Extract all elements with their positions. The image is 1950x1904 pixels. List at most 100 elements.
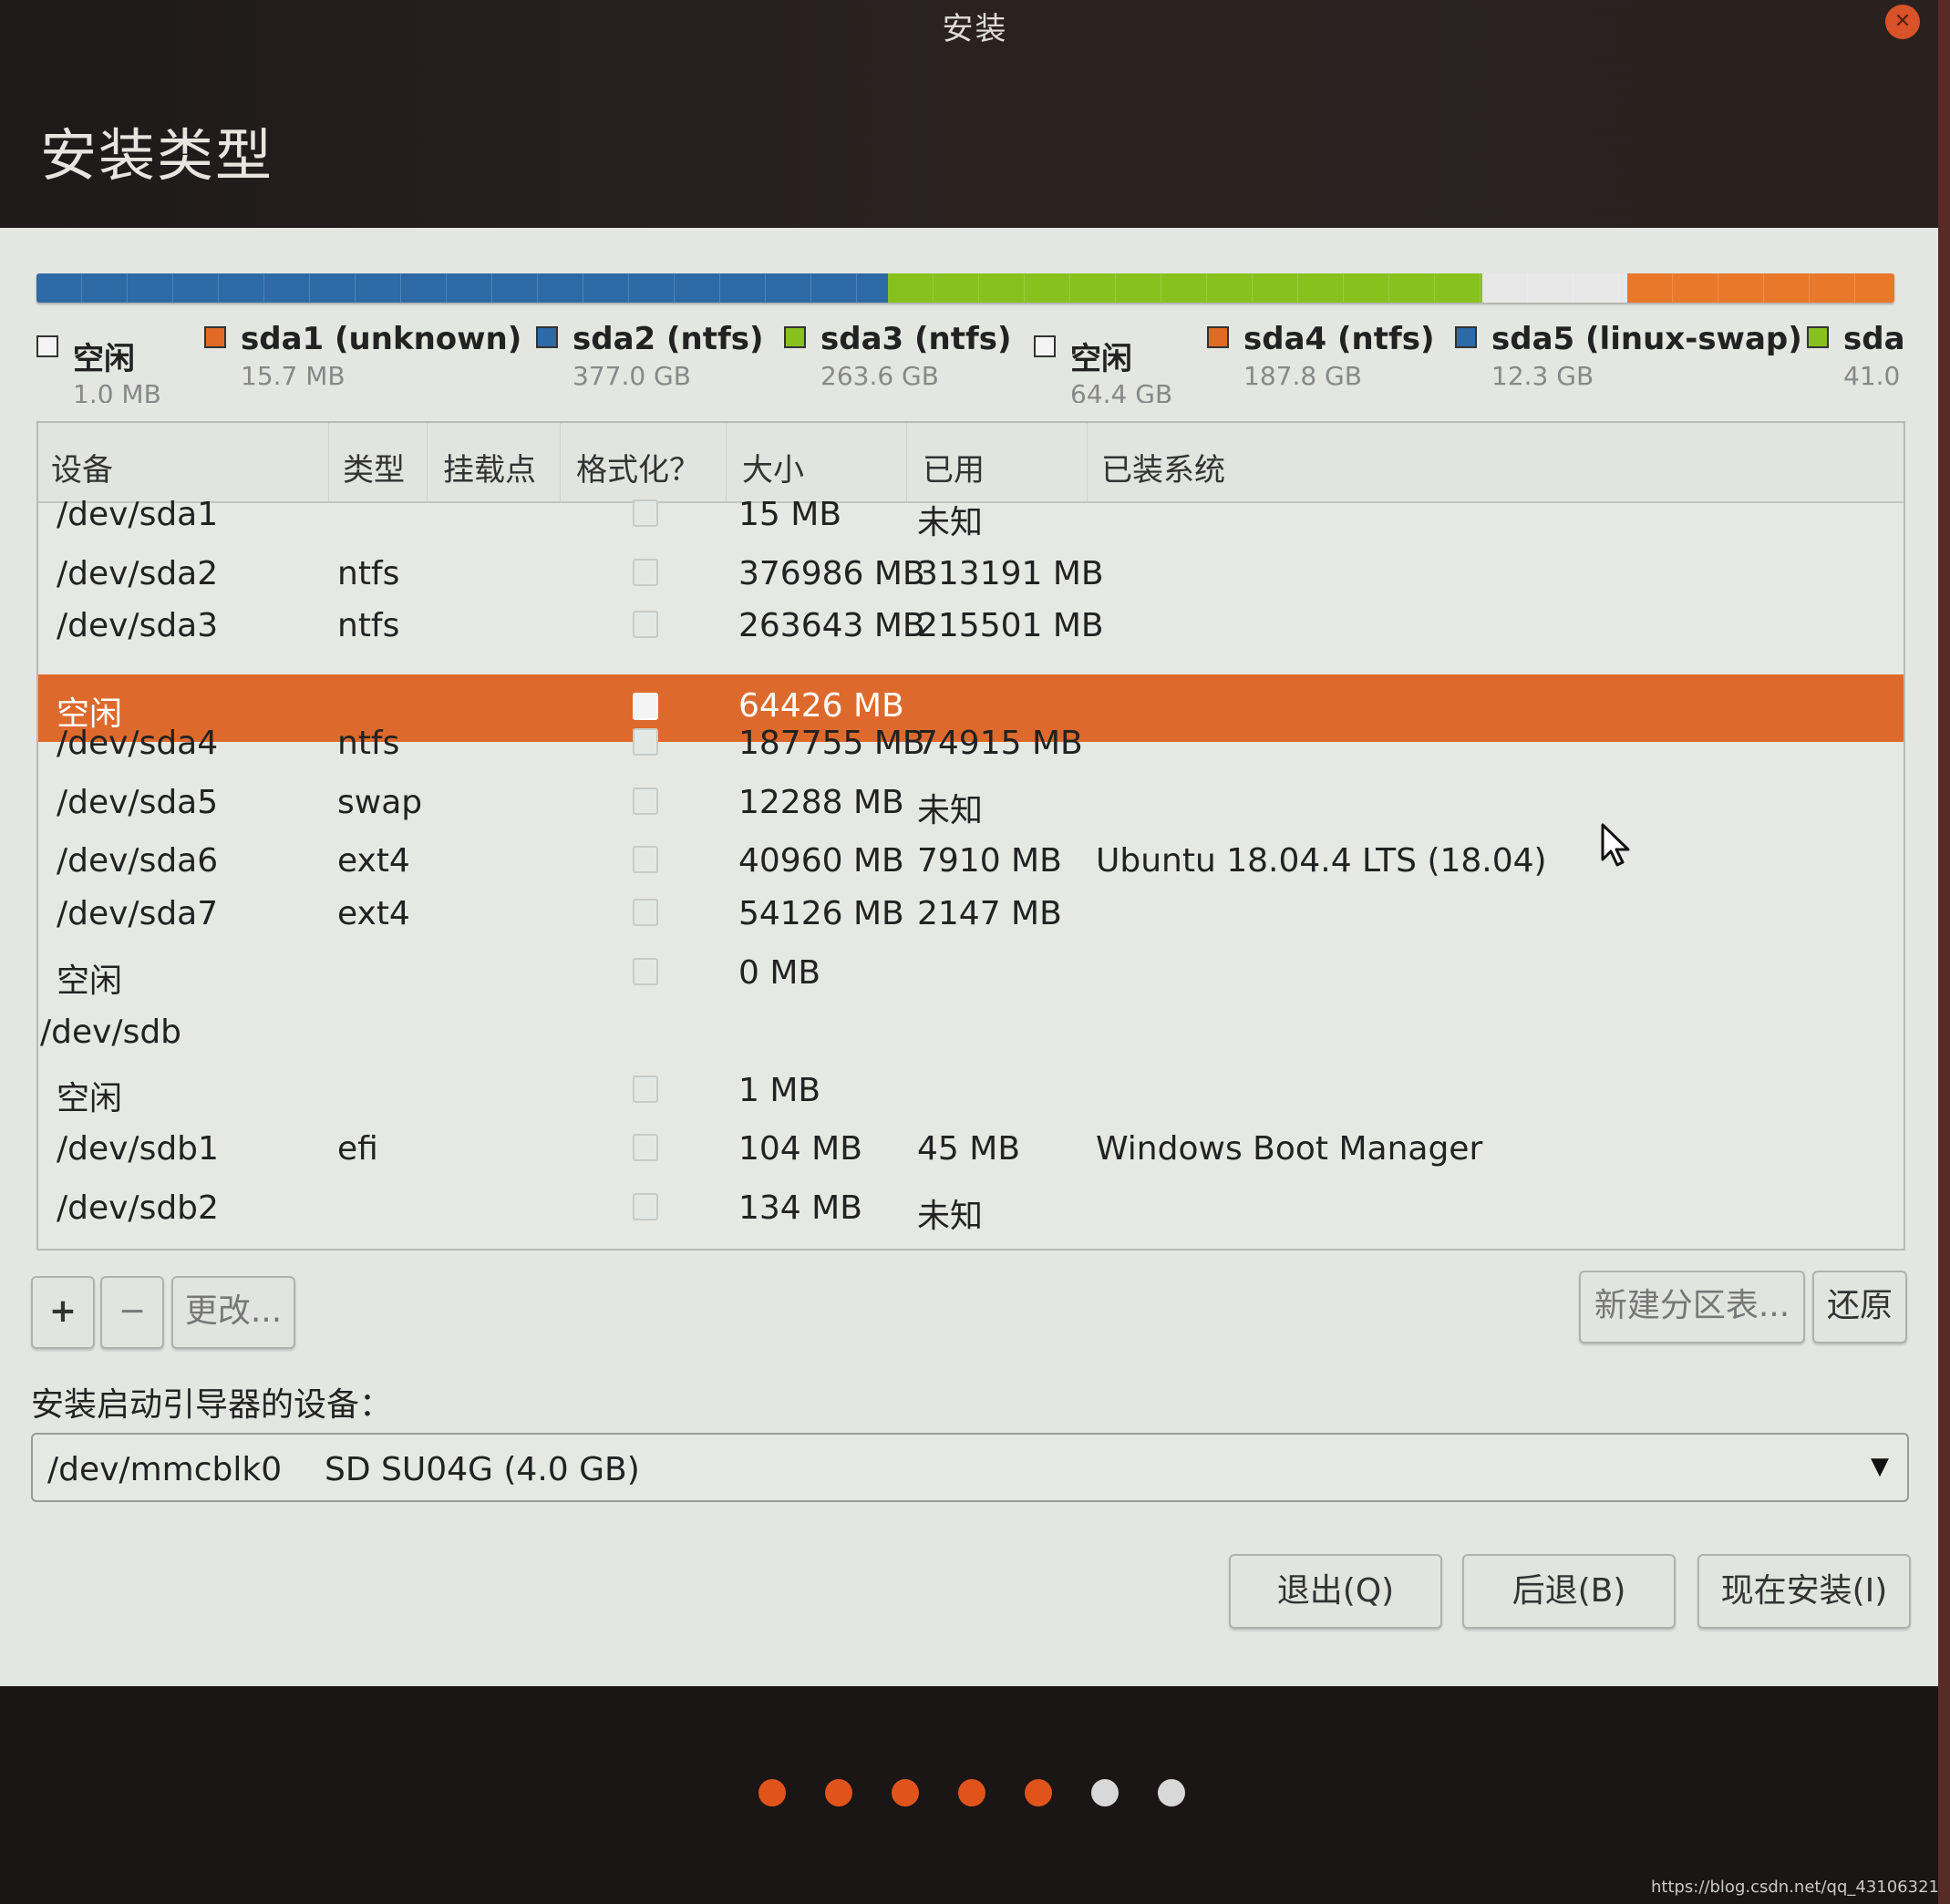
used-cell: 2147 MB — [917, 895, 1062, 932]
size-cell: 0 MB — [738, 954, 821, 992]
legend-size: 64.4 GB — [1070, 379, 1173, 403]
legend-swatch — [1207, 326, 1229, 348]
partition-segment-sda4 — [1626, 273, 1894, 303]
legend-size: 1.0 MB — [73, 379, 161, 403]
device-cell: /dev/sda3 — [57, 607, 219, 644]
legend-name: sda2 (ntfs) — [573, 321, 764, 357]
column-size[interactable]: 大小 — [742, 445, 804, 489]
column-mount[interactable]: 挂载点 — [443, 445, 536, 489]
legend-swatch — [784, 326, 806, 348]
legend-name: sda4 (ntfs) — [1243, 321, 1435, 357]
size-cell: 54126 MB — [738, 895, 904, 932]
new-partition-table-button[interactable]: 新建分区表... — [1579, 1271, 1805, 1343]
column-system[interactable]: 已装系统 — [1101, 445, 1225, 489]
size-cell: 187755 MB — [738, 725, 925, 762]
size-cell: 40960 MB — [738, 842, 904, 880]
revert-button[interactable]: 还原 — [1812, 1271, 1907, 1343]
legend-swatch — [204, 326, 226, 348]
used-cell: 45 MB — [917, 1130, 1021, 1168]
format-checkbox[interactable] — [633, 787, 658, 815]
device-cell: /dev/sda4 — [57, 725, 219, 762]
type-cell: ntfs — [337, 607, 400, 644]
dropdown-arrow-icon[interactable]: ▼ — [1871, 1453, 1889, 1480]
device-cell: 空闲 — [57, 1080, 123, 1117]
device-cell: /dev/sda6 — [57, 842, 219, 880]
size-cell: 15 MB — [738, 496, 842, 533]
table-row[interactable]: /dev/sda4 ntfs 187755 MB 74915 MB — [38, 715, 1904, 774]
progress-dot-complete — [892, 1779, 919, 1806]
column-used[interactable]: 已用 — [923, 445, 985, 489]
progress-dot-complete — [1025, 1779, 1052, 1806]
progress-dot-complete — [958, 1779, 985, 1806]
legend-size: 377.0 GB — [573, 361, 691, 391]
used-cell: 215501 MB — [917, 607, 1104, 644]
partition-bar — [36, 273, 1894, 303]
format-checkbox[interactable] — [633, 899, 658, 926]
device-cell: /dev/sda7 — [57, 895, 219, 932]
legend-size: 41.0 — [1843, 361, 1901, 391]
type-cell: swap — [337, 784, 423, 821]
used-cell: 313191 MB — [917, 555, 1104, 592]
partition-segment-sda3 — [887, 273, 1482, 303]
size-cell: 134 MB — [738, 1189, 862, 1227]
change-partition-button[interactable]: 更改... — [171, 1276, 295, 1349]
partition-segment-free — [1481, 273, 1627, 303]
used-cell: 未知 — [917, 1198, 984, 1235]
window-edge — [1938, 0, 1950, 1904]
remove-partition-button[interactable]: − — [100, 1276, 164, 1349]
format-checkbox[interactable] — [633, 559, 658, 586]
table-row[interactable]: /dev/sdb — [38, 1004, 1904, 1063]
quit-button[interactable]: 退出(Q) — [1229, 1554, 1442, 1629]
partition-legend: 空闲 1.0 MB sda1 (unknown) 15.7 MB sda2 (ntfs)… — [36, 321, 1905, 403]
type-cell: ntfs — [337, 555, 400, 592]
format-checkbox[interactable] — [633, 1134, 658, 1161]
format-checkbox[interactable] — [633, 728, 658, 756]
column-type[interactable]: 类型 — [343, 445, 405, 489]
legend-name: sda — [1843, 321, 1905, 357]
device-cell: /dev/sdb — [40, 1014, 182, 1051]
back-button[interactable]: 后退(B) — [1462, 1554, 1676, 1629]
used-cell: 未知 — [917, 792, 984, 829]
table-row[interactable]: /dev/sdb1 efi 104 MB 45 MB Windows Boot Mana… — [38, 1121, 1904, 1179]
used-cell: 未知 — [917, 504, 984, 541]
used-cell: 74915 MB — [917, 725, 1083, 762]
table-row[interactable]: /dev/sda1 15 MB 未知 — [38, 487, 1904, 545]
format-checkbox[interactable] — [633, 1076, 658, 1103]
type-cell: ntfs — [337, 725, 400, 762]
table-row[interactable]: 空闲 1 MB — [38, 1063, 1904, 1121]
column-device[interactable]: 设备 — [51, 445, 113, 489]
legend-name: sda1 (unknown) — [241, 321, 522, 357]
device-cell: /dev/sda5 — [57, 784, 219, 821]
table-row[interactable]: 空闲 0 MB — [38, 945, 1904, 1003]
bootloader-device: /dev/mmcblk0 — [47, 1451, 283, 1488]
legend-swatch — [536, 326, 558, 348]
system-cell: Windows Boot Manager — [1096, 1130, 1483, 1168]
used-cell: 7910 MB — [917, 842, 1062, 880]
window-title: 安装 — [942, 11, 1008, 47]
legend-swatch — [1807, 326, 1829, 348]
table-row[interactable]: /dev/sda7 ext4 54126 MB 2147 MB — [38, 886, 1904, 944]
table-row[interactable]: /dev/sdb2 134 MB 未知 — [38, 1180, 1904, 1239]
legend-size: 187.8 GB — [1243, 361, 1362, 391]
table-row[interactable]: /dev/sda2 ntfs 376986 MB 313191 MB — [38, 546, 1904, 604]
add-partition-button[interactable]: + — [31, 1276, 95, 1349]
format-checkbox[interactable] — [633, 846, 658, 873]
format-checkbox[interactable] — [633, 1193, 658, 1220]
format-checkbox[interactable] — [633, 958, 658, 985]
size-cell: 12288 MB — [738, 784, 904, 821]
watermark: https://blog.csdn.net/qq_43106321 — [1650, 1878, 1939, 1897]
legend-size: 15.7 MB — [241, 361, 346, 391]
bootloader-device-select[interactable]: /dev/mmcblk0 SD SU04G (4.0 GB) ▼ — [31, 1433, 1909, 1502]
format-checkbox[interactable] — [633, 499, 658, 527]
close-icon[interactable]: ✕ — [1885, 5, 1920, 39]
size-cell: 376986 MB — [738, 555, 925, 592]
format-checkbox[interactable] — [633, 611, 658, 638]
install-now-button[interactable]: 现在安装(I) — [1697, 1554, 1911, 1629]
type-cell: efi — [337, 1130, 378, 1168]
bootloader-device-description: SD SU04G (4.0 GB) — [325, 1451, 640, 1488]
mouse-cursor-icon — [1601, 823, 1630, 867]
legend-swatch — [1455, 326, 1477, 348]
table-row[interactable]: /dev/sda3 ntfs 263643 MB 215501 MB — [38, 598, 1904, 656]
bootloader-label: 安装启动引导器的设备： — [31, 1386, 393, 1424]
column-format[interactable]: 格式化？ — [576, 445, 700, 489]
